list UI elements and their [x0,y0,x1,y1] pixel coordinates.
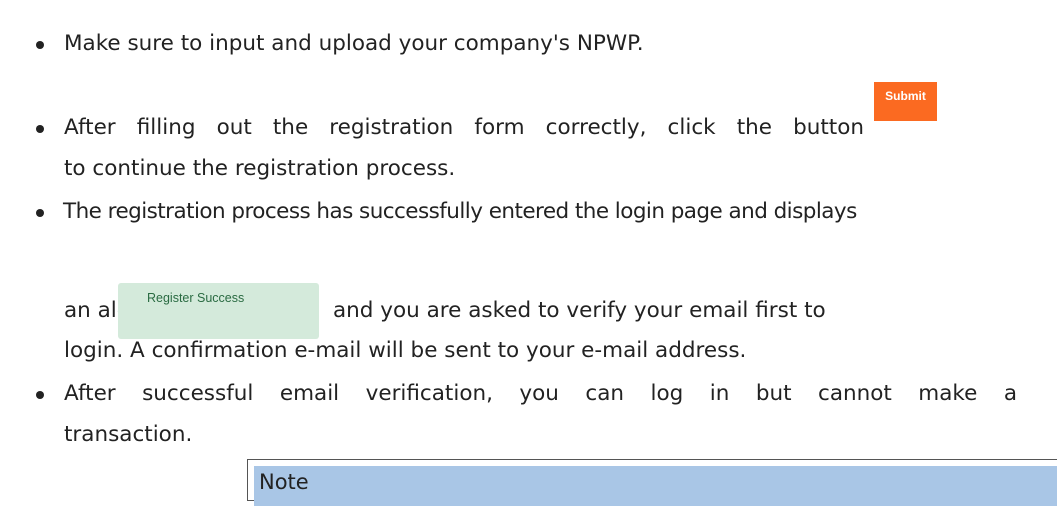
bullet-2 [36,125,44,133]
item-2-line-1: After filling out the registration form … [64,115,864,140]
submit-button[interactable]: Submit [874,82,937,121]
bullet-1 [36,41,44,49]
bullet-4 [36,391,44,399]
note-header: Note [254,466,1057,506]
item-4-line-2: transaction. [64,422,193,447]
item-1-line-1: Make sure to input and upload your compa… [64,31,644,56]
item-3-line-2-tail: and you are asked to verify your email f… [333,298,826,323]
item-3-line-1: The registration process has successfull… [63,199,857,224]
submit-button-label: Submit [885,89,926,103]
alert-text: Register Success [147,291,245,305]
item-4-line-1: After successful email verification, you… [64,381,1017,406]
bullet-3 [36,209,44,217]
item-2-line-2: to continue the registration process. [64,156,456,181]
note-box: Note [247,459,1057,506]
note-title: Note [259,470,309,494]
item-3-line-3: login. A confirmation e-mail will be sen… [64,338,747,363]
register-success-alert: Register Success [118,283,319,339]
